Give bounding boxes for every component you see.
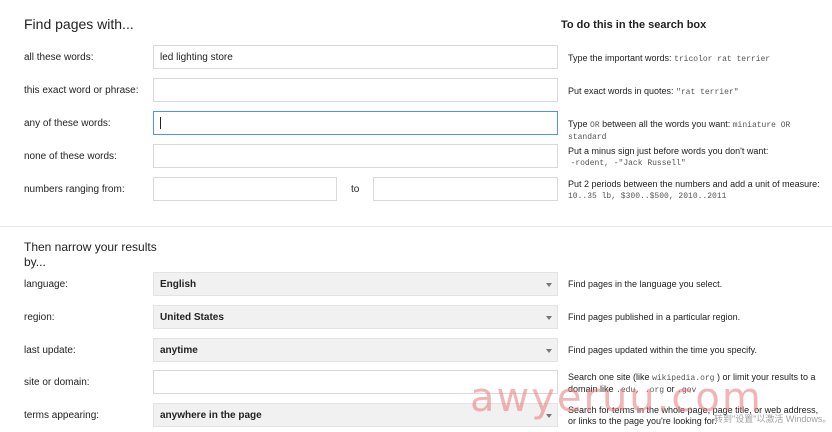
help-any-words: Type OR between all the words you want: … (568, 119, 791, 142)
text-cursor (160, 117, 161, 129)
label-all-words: all these words: (24, 52, 94, 63)
help-none-words: Put a minus sign just before words you d… (568, 146, 769, 168)
language-select[interactable]: English (153, 272, 558, 296)
section-title-find-pages: Find pages with... (24, 16, 134, 32)
any-words-input[interactable] (153, 111, 558, 135)
help-last-update: Find pages updated within the time you s… (568, 345, 757, 355)
terms-appearing-select-value: anywhere in the page (160, 410, 262, 421)
dropdown-arrow-icon (546, 349, 552, 353)
label-last-update: last update: (24, 345, 76, 356)
help-exact-phrase: Put exact words in quotes: "rat terrier" (568, 86, 739, 97)
dropdown-arrow-icon (546, 316, 552, 320)
language-select-value: English (160, 279, 197, 290)
label-region: region: (24, 312, 55, 323)
none-words-input[interactable] (153, 144, 558, 168)
label-none-words: none of these words: (24, 151, 117, 162)
dropdown-arrow-icon (546, 283, 552, 287)
number-to-input[interactable] (373, 177, 558, 201)
label-number-range: numbers ranging from: (24, 184, 125, 195)
all-words-input[interactable]: led lighting store (153, 45, 558, 69)
label-terms-appearing: terms appearing: (24, 410, 100, 421)
last-update-select[interactable]: anytime (153, 338, 558, 362)
help-number-range: Put 2 periods between the numbers and ad… (568, 179, 820, 201)
label-language: language: (24, 279, 68, 290)
help-region: Find pages published in a particular reg… (568, 312, 741, 322)
last-update-select-value: anytime (160, 345, 198, 356)
exact-phrase-input[interactable] (153, 78, 558, 102)
region-select[interactable]: United States (153, 305, 558, 329)
help-column-title: To do this in the search box (561, 19, 707, 31)
number-from-input[interactable] (153, 177, 337, 201)
section-title-narrow: Then narrow your results by... (24, 240, 157, 269)
help-language: Find pages in the language you select. (568, 279, 723, 289)
windows-activation-note: 转到"设置"以激活 Windows。 (714, 414, 832, 424)
label-any-words: any of these words: (24, 118, 111, 129)
label-exact-phrase: this exact word or phrase: (24, 85, 139, 96)
section-divider (0, 226, 832, 227)
region-select-value: United States (160, 312, 224, 323)
help-all-words: Type the important words: tricolor rat t… (568, 53, 771, 64)
label-site-domain: site or domain: (24, 377, 90, 388)
range-to-label: to (351, 184, 360, 195)
